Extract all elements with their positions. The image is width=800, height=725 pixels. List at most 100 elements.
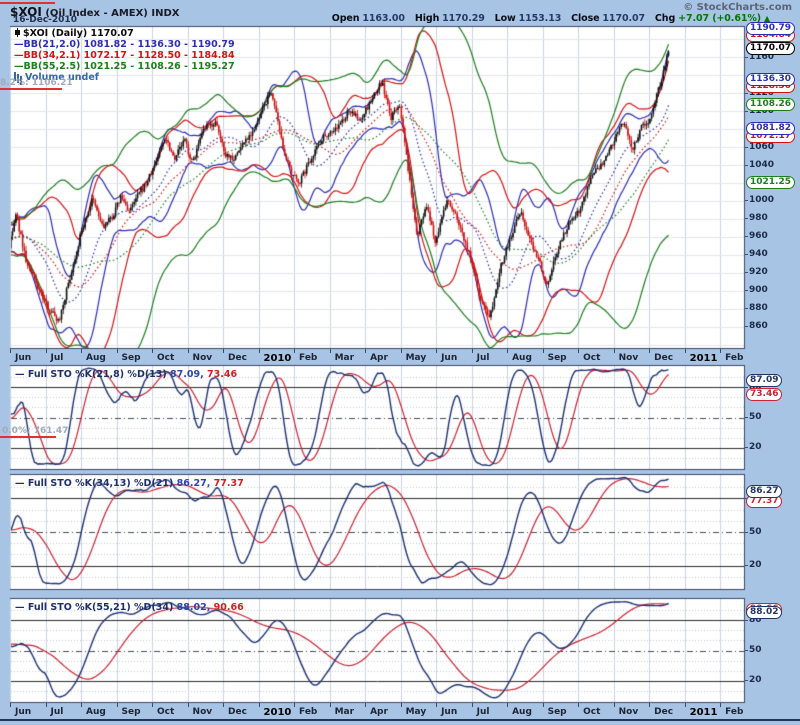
month-axis-label: Mar (335, 353, 354, 363)
price-axis-tick: 980 (749, 213, 768, 223)
month-tick-mark (685, 703, 686, 707)
month-axis-label: Jul (51, 353, 64, 363)
month-tick-mark (46, 349, 47, 353)
stoch-panel-label: — Full STO %K(55,21) %D(34) 88.02, 90.66 (15, 602, 244, 613)
month-tick-mark (365, 703, 366, 707)
month-axis-label: Jul (477, 707, 490, 717)
stoch-axis-tick: 20 (749, 442, 762, 452)
month-tick-mark (294, 349, 295, 353)
month-tick-mark (507, 703, 508, 707)
bollinger-legend-line: —BB(55,2.5) 1021.25 - 1108.26 - 1195.27 (14, 61, 235, 72)
month-axis-label: Jun (15, 707, 31, 717)
price-axis-tick: 920 (749, 267, 768, 277)
stoch-k-color-dash: — (15, 602, 28, 613)
month-tick-mark (578, 349, 579, 353)
month-axis-label: Feb (725, 707, 743, 717)
month-axis-label: Aug (512, 353, 532, 363)
stoch-k-bubble: 86.27 (746, 485, 782, 498)
month-tick-mark (223, 703, 224, 707)
month-axis-label: May (406, 707, 427, 717)
price-bubble-label: 1170.07 (746, 42, 795, 55)
month-tick-mark (685, 349, 686, 353)
stoch-label-text: Full STO %K(55,21) %D(34) (28, 602, 177, 613)
legend-symbol-text: $XOI (Daily) 1170.07 (23, 28, 134, 39)
price-axis-tick: 1000 (749, 195, 774, 205)
stoch-panel-label: — Full STO %K(21,8) %D(13) 87.09, 73.46 (15, 369, 237, 380)
month-tick-mark (10, 349, 11, 353)
price-bubble-label: 1136.30 (746, 73, 795, 86)
stoch-panel-label: — Full STO %K(34,13) %D(21) 86.27, 77.37 (15, 478, 244, 489)
month-axis-label: Dec (228, 707, 247, 717)
month-axis-label: Sep (548, 353, 567, 363)
month-axis-label: Oct (157, 353, 174, 363)
month-axis-label: Aug (86, 707, 106, 717)
month-tick-mark (223, 349, 224, 353)
fib-annotation-00: 0.0%: 761.47 (2, 426, 68, 436)
stockcharts-copyright-link[interactable]: © StockCharts.com (683, 2, 792, 13)
main-chart-legend: $XOI (Daily) 1170.07 —BB(21,2.0) 1081.82… (14, 28, 235, 83)
bollinger-legend-line: —BB(34,2.1) 1072.17 - 1128.50 - 1184.84 (14, 50, 235, 61)
month-axis-label: Nov (619, 353, 639, 363)
price-bubble-label: 1190.79 (746, 22, 795, 35)
open-label: Open (332, 13, 360, 24)
month-axis-label: Sep (122, 353, 141, 363)
month-axis-label: Dec (654, 707, 673, 717)
low-label: Low (495, 13, 516, 24)
price-axis-tick: 940 (749, 249, 768, 259)
month-axis-label: Jun (15, 353, 31, 363)
close-label: Close (571, 13, 599, 24)
month-tick-mark (436, 703, 437, 707)
month-axis-label: Dec (654, 353, 673, 363)
month-tick-mark (152, 703, 153, 707)
month-tick-mark (614, 349, 615, 353)
price-axis-tick: 1060 (749, 142, 774, 152)
price-axis-tick: 860 (749, 321, 768, 331)
stoch-label-text: Full STO %K(34,13) %D(21) (28, 478, 177, 489)
month-axis-label: Nov (193, 353, 213, 363)
month-axis-label: Nov (619, 707, 639, 717)
month-tick-mark (330, 703, 331, 707)
month-tick-mark (649, 349, 650, 353)
month-tick-mark (365, 349, 366, 353)
bollinger-legend-line: —BB(21,2.0) 1081.82 - 1136.30 - 1190.79 (14, 39, 235, 50)
stoch-axis-tick: 20 (749, 560, 762, 570)
open-value: 1163.00 (362, 13, 405, 24)
month-axis-label: Sep (122, 707, 141, 717)
year-axis-label: 2010 (264, 707, 292, 718)
month-tick-mark (188, 703, 189, 707)
stoch-k-value: 88.02, (177, 602, 214, 613)
month-tick-mark (81, 703, 82, 707)
month-tick-mark (614, 703, 615, 707)
legend-symbol-line: $XOI (Daily) 1170.07 (14, 28, 235, 39)
month-axis-label: Dec (228, 353, 247, 363)
stoch-d-bubble: 73.46 (746, 388, 782, 401)
month-tick-mark (472, 703, 473, 707)
month-tick-mark (401, 703, 402, 707)
price-bubble-label: 1021.25 (746, 176, 795, 189)
month-axis-label: Oct (583, 707, 600, 717)
price-axis-tick: 1040 (749, 160, 774, 170)
year-axis-label: 2010 (264, 353, 292, 364)
fib-line-fragment-382 (0, 88, 62, 90)
stoch-axis-tick: 20 (749, 675, 762, 685)
stoch-d-value: 90.66 (214, 602, 244, 613)
price-and-stochastics-canvas (0, 0, 800, 725)
fib-annotation-382: 8.2%: 1106.21 (0, 78, 73, 88)
price-bubble-label: 1108.26 (746, 98, 795, 111)
stoch-d-value: 77.37 (214, 478, 244, 489)
month-tick-mark (330, 349, 331, 353)
month-tick-mark (543, 703, 544, 707)
stoch-k-bubble: 88.02 (746, 606, 782, 619)
month-tick-mark (507, 349, 508, 353)
month-tick-mark (10, 703, 11, 707)
month-axis-label: Apr (370, 707, 388, 717)
month-axis-label: Feb (725, 353, 743, 363)
low-value: 1153.13 (519, 13, 562, 24)
stoch-k-value: 87.09, (170, 369, 207, 380)
month-axis-label: Mar (335, 707, 354, 717)
month-tick-mark (46, 703, 47, 707)
month-axis-label: Nov (193, 707, 213, 717)
stoch-d-value: 73.46 (207, 369, 237, 380)
close-value: 1170.07 (602, 13, 645, 24)
month-axis-label: Jul (51, 707, 64, 717)
